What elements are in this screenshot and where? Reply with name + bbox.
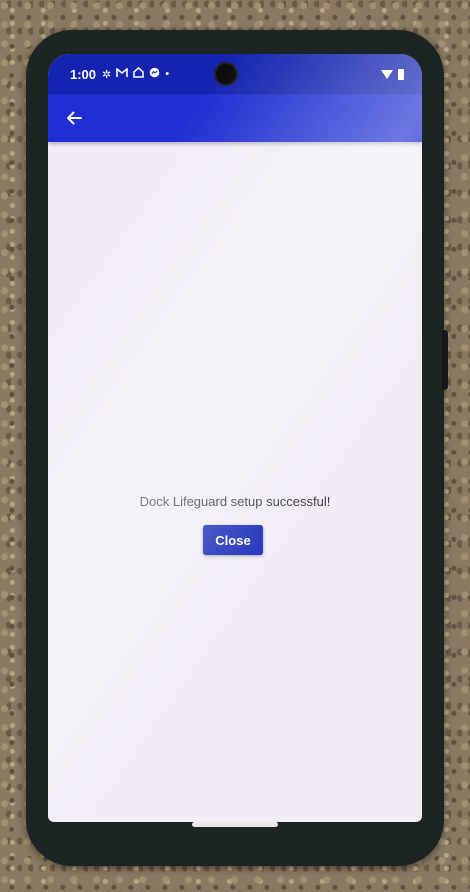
- phone-side-button: [442, 330, 448, 390]
- back-button[interactable]: [58, 102, 90, 134]
- messenger-icon: [149, 67, 160, 81]
- status-right: [381, 68, 404, 80]
- phone-case: 1:00 ✲ • Dock Lifeguard setup successful…: [26, 30, 448, 866]
- dot-icon: •: [165, 68, 170, 80]
- battery-icon: [398, 68, 404, 80]
- arrow-left-icon: [67, 111, 82, 125]
- content-area: Dock Lifeguard setup successful! Close: [48, 142, 422, 822]
- home-icon: [133, 66, 144, 81]
- status-time: 1:00: [70, 66, 97, 82]
- front-camera: [216, 64, 236, 84]
- pinwheel-icon: ✲: [102, 68, 112, 81]
- home-indicator[interactable]: [192, 822, 278, 827]
- success-message: Dock Lifeguard setup successful!: [139, 494, 331, 509]
- close-button[interactable]: Close: [203, 525, 263, 555]
- app-bar: [48, 94, 422, 142]
- status-bar: 1:00 ✲ •: [48, 54, 422, 94]
- wifi-icon: [381, 69, 393, 79]
- gmail-icon: [116, 66, 129, 81]
- phone-screen: 1:00 ✲ • Dock Lifeguard setup successful…: [48, 54, 422, 822]
